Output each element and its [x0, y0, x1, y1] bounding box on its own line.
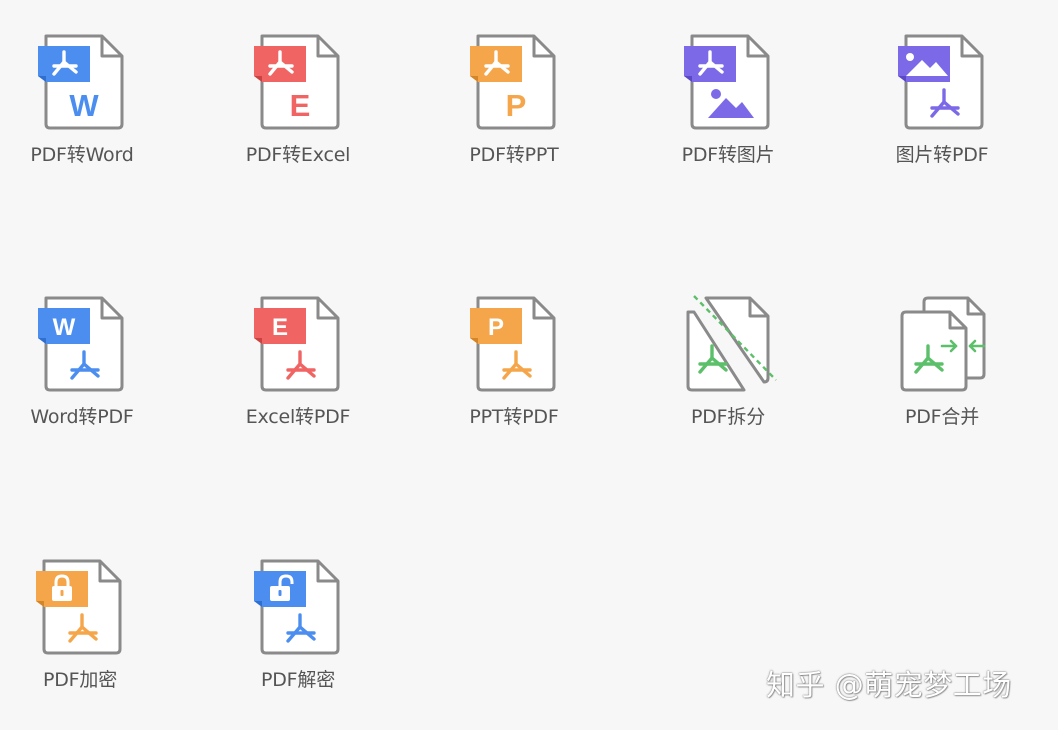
tool-label: PDF转PPT	[469, 144, 559, 166]
tool-label: PDF解密	[260, 669, 336, 691]
tool-label: PDF转Word	[30, 144, 134, 166]
tool-pdf-split[interactable]: PDF拆分	[644, 294, 804, 444]
excel-to-pdf-icon: E	[254, 296, 340, 392]
tool-label: PDF转图片	[681, 144, 775, 166]
pdf-to-image-icon	[684, 34, 770, 130]
tool-label: Excel转PDF	[245, 406, 351, 428]
pdf-to-word-icon: W	[38, 34, 124, 130]
word-to-pdf-icon: W	[38, 296, 124, 392]
tool-label: PDF转Excel	[245, 144, 351, 166]
excel-letter: E	[272, 314, 288, 341]
tool-label: PDF加密	[42, 669, 118, 691]
pdf-merge-icon	[900, 296, 986, 392]
pdf-encrypt-icon	[36, 559, 122, 655]
tool-pdf-decrypt[interactable]: PDF解密	[214, 557, 374, 707]
tool-pdf-to-excel[interactable]: E PDF转Excel	[214, 32, 374, 182]
tool-word-to-pdf[interactable]: W Word转PDF	[0, 294, 158, 444]
word-letter: W	[53, 314, 76, 341]
tool-pdf-to-ppt[interactable]: P PDF转PPT	[430, 32, 590, 182]
tool-ppt-to-pdf[interactable]: P PPT转PDF	[430, 294, 590, 444]
tool-label: Word转PDF	[30, 406, 134, 428]
ppt-to-pdf-icon: P	[470, 296, 556, 392]
pdf-split-icon	[686, 295, 777, 392]
tool-label: PDF拆分	[690, 406, 766, 428]
word-letter: W	[69, 88, 99, 123]
tool-label: 图片转PDF	[895, 144, 989, 166]
tool-image-to-pdf[interactable]: 图片转PDF	[858, 32, 1018, 182]
tool-pdf-to-image[interactable]: PDF转图片	[644, 32, 804, 182]
watermark: 知乎 @萌宠梦工场	[766, 668, 1012, 702]
ppt-letter: P	[488, 314, 504, 341]
tool-excel-to-pdf[interactable]: E Excel转PDF	[214, 294, 374, 444]
tool-label: PPT转PDF	[469, 406, 559, 428]
tool-pdf-encrypt[interactable]: PDF加密	[0, 557, 156, 707]
tool-label: PDF合并	[904, 406, 980, 428]
excel-letter: E	[290, 88, 311, 123]
ppt-letter: P	[506, 88, 527, 123]
tool-pdf-merge[interactable]: PDF合并	[858, 294, 1018, 444]
pdf-tools-grid: W PDF转Word E PDF转Excel P PDF转PPT PDF转图片 …	[0, 0, 1058, 730]
tool-pdf-to-word[interactable]: W PDF转Word	[0, 32, 158, 182]
pdf-decrypt-icon	[254, 559, 340, 655]
image-to-pdf-icon	[898, 34, 984, 130]
pdf-to-excel-icon: E	[254, 34, 340, 130]
pdf-to-ppt-icon: P	[470, 34, 556, 130]
